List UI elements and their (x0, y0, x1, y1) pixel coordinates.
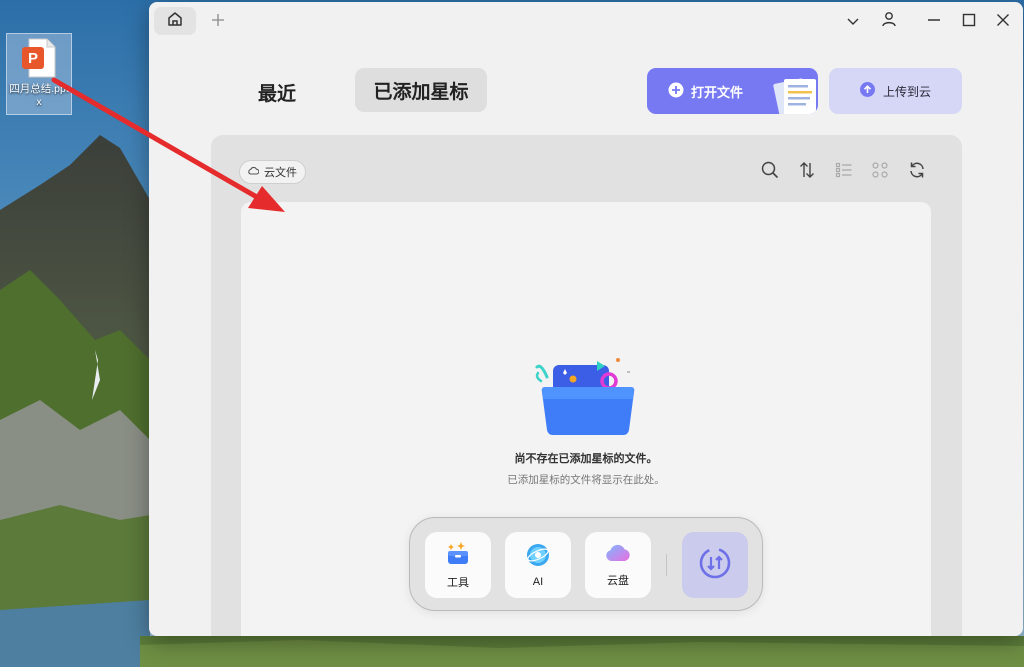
grid-view-icon (871, 161, 889, 183)
sort-icon (798, 161, 816, 183)
files-panel: 云文件 (211, 135, 962, 636)
home-tab[interactable] (154, 7, 196, 35)
tab-recent[interactable]: 最近 (237, 70, 317, 114)
maximize-icon (962, 12, 976, 31)
upload-icon (860, 82, 875, 100)
user-icon (881, 11, 897, 31)
close-button[interactable] (989, 8, 1017, 34)
open-file-button[interactable]: 打开文件 (647, 68, 818, 114)
cloud-files-label: 云文件 (264, 164, 297, 180)
empty-state-title: 尚不存在已添加星标的文件。 (241, 450, 931, 466)
search-icon (761, 161, 779, 183)
home-icon (166, 10, 184, 32)
dropdown-button[interactable] (839, 8, 867, 34)
dock-item-cloud-drive[interactable]: 云盘 (585, 532, 651, 598)
app-window: 最近 已添加星标 打开文件 上传到云 云文件 (149, 2, 1023, 636)
upload-label: 上传到云 (883, 83, 931, 100)
grid-view-button[interactable] (868, 160, 892, 184)
maximize-button[interactable] (955, 8, 983, 34)
file-list-area: 尚不存在已添加星标的文件。 已添加星标的文件将显示在此处。 工具 (241, 202, 931, 636)
minimize-icon (927, 12, 941, 31)
svg-text:P: P (28, 50, 38, 67)
documents-icon (770, 77, 818, 114)
desktop-file-name: 四月总结.pptx (8, 83, 70, 109)
quick-access-dock: 工具 AI (409, 517, 763, 611)
chevron-down-icon (846, 12, 860, 31)
refresh-icon (908, 161, 926, 183)
dock-sync-button[interactable] (682, 532, 748, 598)
empty-state-subtitle: 已添加星标的文件将显示在此处。 (241, 472, 931, 487)
dock-divider (666, 554, 667, 576)
list-view-button[interactable] (832, 160, 856, 184)
dock-item-ai[interactable]: AI (505, 532, 571, 598)
close-icon (996, 12, 1010, 31)
minimize-button[interactable] (920, 8, 948, 34)
account-button[interactable] (875, 8, 903, 34)
dock-item-tools[interactable]: 工具 (425, 532, 491, 598)
powerpoint-icon: P (21, 38, 57, 82)
cloud-icon (248, 166, 259, 178)
empty-folder-illustration (533, 355, 643, 444)
cloud-files-chip[interactable]: 云文件 (239, 160, 306, 184)
plus-circle-icon (668, 82, 684, 101)
plus-icon (211, 12, 225, 31)
title-bar (149, 2, 1023, 40)
dock-item-ai-label: AI (533, 576, 543, 588)
list-view-icon (835, 161, 853, 183)
open-file-label: 打开文件 (691, 82, 743, 101)
desktop-file-pptx[interactable]: P 四月总结.pptx (6, 33, 72, 115)
tab-starred[interactable]: 已添加星标 (355, 68, 487, 112)
ai-icon (525, 542, 551, 572)
dock-item-cloud-drive-label: 云盘 (607, 572, 629, 588)
search-button[interactable] (758, 160, 782, 184)
cloud-drive-icon (604, 542, 632, 568)
toolbox-icon (445, 540, 471, 570)
new-tab-button[interactable] (207, 10, 229, 32)
upload-to-cloud-button[interactable]: 上传到云 (829, 68, 962, 114)
sync-icon (698, 546, 732, 584)
sort-button[interactable] (795, 160, 819, 184)
refresh-button[interactable] (905, 160, 929, 184)
dock-item-tools-label: 工具 (447, 574, 469, 590)
